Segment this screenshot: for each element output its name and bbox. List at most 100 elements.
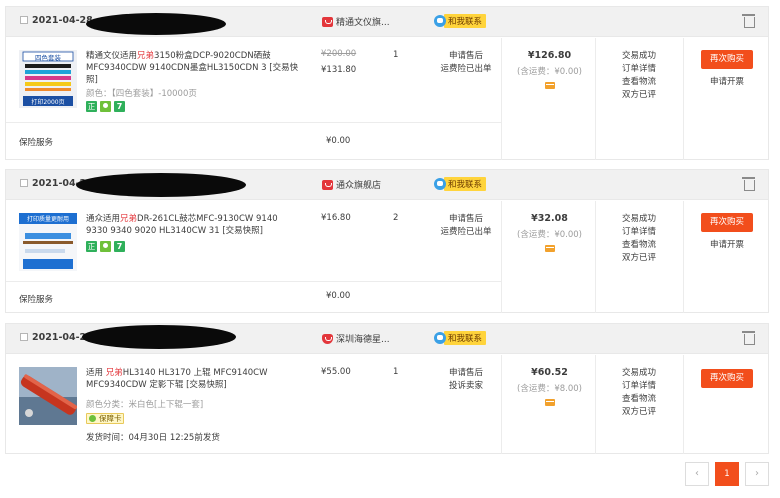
shop-link[interactable]: 精通文仪旗... (322, 15, 390, 28)
spec-value: 【四色套装】-10000页 (111, 89, 197, 99)
shop-name: 精通文仪旗... (336, 18, 390, 28)
title-brand: 兄弟 (105, 368, 123, 378)
after-sale-actions: 申请售后 运费险已出单 (431, 50, 501, 76)
rebuy-button[interactable]: 再次购买 (701, 213, 753, 232)
next-page-button[interactable]: › (745, 462, 769, 486)
contact-seller-button[interactable]: 和我联系 (434, 331, 487, 345)
apply-after-sale-link[interactable]: 申请售后 (431, 50, 501, 63)
contact-label: 和我联系 (444, 14, 487, 28)
trash-icon[interactable] (742, 177, 755, 191)
product-title-link[interactable]: 通众适用兄弟DR-261CL鼓芯MFC-9130CW 9140 9330 934… (86, 213, 301, 237)
order-checkbox[interactable] (20, 179, 28, 187)
prev-page-button[interactable]: ‹ (685, 462, 709, 486)
order-detail-link[interactable]: 订单详情 (622, 380, 683, 393)
apply-after-sale-link[interactable]: 申请售后 (431, 213, 501, 226)
genuine-badge-icon: 正 (86, 101, 97, 112)
review-status: 双方已评 (622, 90, 657, 100)
operations-column: 再次购买 申请开票 (684, 50, 770, 87)
spec-label: 颜色： (86, 89, 112, 99)
rebuy-button[interactable]: 再次购买 (701, 369, 753, 388)
payment-card-icon (544, 245, 555, 252)
thumb-caption-bottom: 打印2000页 (31, 99, 65, 106)
contact-seller-button[interactable]: 和我联系 (434, 14, 487, 28)
product-spec: 颜色分类：米白色[上下辊一套] (86, 398, 203, 410)
after-sale-actions: 申请售后 运费险已出单 (431, 213, 501, 239)
rebuy-button[interactable]: 再次购买 (701, 50, 753, 69)
apply-after-sale-link[interactable]: 申请售后 (431, 367, 501, 380)
view-logistics-link[interactable]: 查看物流 (622, 76, 683, 89)
insurance-label: 保险服务 (19, 295, 54, 305)
freight-insurance-status: 运费险已出单 (440, 227, 492, 237)
service-badge-icon (100, 241, 111, 252)
view-logistics-link[interactable]: 查看物流 (622, 239, 683, 252)
title-part: 通众适用 (86, 214, 121, 224)
column-divider (501, 201, 502, 313)
title-part: 适用 (86, 368, 106, 378)
ship-value: 04月30日 12:25前发货 (128, 433, 220, 443)
divider (6, 122, 502, 123)
trade-status: 交易成功 (622, 368, 657, 378)
trade-status: 交易成功 (622, 51, 657, 61)
chat-icon (434, 15, 446, 27)
shipping-time: 发货时间：04月30日 12:25前发货 (86, 431, 220, 443)
page-1-button[interactable]: 1 (715, 462, 739, 486)
ship-label: 发货时间： (86, 433, 129, 443)
review-status: 双方已评 (622, 253, 657, 263)
order-detail-link[interactable]: 订单详情 (622, 63, 683, 76)
redacted-order-number (86, 13, 226, 35)
order-status-column: 交易成功 订单详情 查看物流 双方已评 (596, 367, 683, 419)
service-badge-icon (100, 101, 111, 112)
product-thumbnail[interactable] (19, 367, 78, 425)
order-header: 2021-04-28 精通文仪旗... 和我联系 (6, 7, 768, 37)
title-brand: 兄弟 (137, 51, 155, 61)
product-title-link[interactable]: 适用 兄弟HL3140 HL3170 上辊 MFC9140CW MFC9340C… (86, 367, 301, 391)
quantity: 2 (393, 213, 399, 223)
column-divider (501, 38, 502, 160)
product-title-link[interactable]: 精通文仪适用兄弟3150粉盒DCP-9020CDN硒鼓MFC9340CDW 91… (86, 50, 301, 86)
total-price: ¥60.52 (531, 367, 568, 378)
unit-price: ¥131.80 (321, 65, 357, 75)
freight-note: (含运费：¥0.00) (517, 67, 582, 77)
contact-seller-button[interactable]: 和我联系 (434, 177, 487, 191)
freight-note: (含运费：¥0.00) (517, 230, 582, 240)
operations-column: 再次购买 (684, 369, 770, 388)
total-price: ¥126.80 (527, 50, 572, 61)
original-price: ¥200.00 (321, 49, 357, 59)
operations-column: 再次购买 申请开票 (684, 213, 770, 250)
product-thumbnail[interactable]: 打印质量更耐用 (19, 213, 77, 271)
freight-note: (含运费：¥8.00) (517, 384, 582, 394)
order-checkbox[interactable] (20, 16, 28, 24)
trash-icon[interactable] (742, 14, 755, 28)
redacted-order-number (76, 173, 246, 197)
order-date: 2021-04-28 (32, 15, 93, 26)
complain-seller-link[interactable]: 投诉卖家 (431, 380, 501, 393)
insurance-price: ¥0.00 (326, 291, 351, 301)
thumb-caption-top: 四色套装 (35, 54, 61, 62)
order-status-column: 交易成功 订单详情 查看物流 双方已评 (596, 213, 683, 265)
order-header: 2021-04-28 深圳海德星... 和我联系 (6, 324, 768, 354)
shop-link[interactable]: 通众旗舰店 (322, 178, 381, 191)
contact-label: 和我联系 (444, 331, 487, 345)
apply-invoice-link[interactable]: 申请开票 (684, 75, 770, 87)
order-checkbox[interactable] (20, 333, 28, 341)
payment-card-icon (544, 399, 555, 406)
unit-price: ¥16.80 (321, 213, 351, 223)
shop-link[interactable]: 深圳海德星... (322, 332, 390, 345)
redacted-order-number (82, 325, 236, 349)
order-detail-link[interactable]: 订单详情 (622, 226, 683, 239)
trash-icon[interactable] (742, 331, 755, 345)
service-badges: 保障卡 (86, 413, 127, 425)
shield-store-icon (322, 334, 333, 344)
seven-day-return-icon: 7 (114, 101, 125, 112)
payment-column: ¥32.08 (含运费：¥0.00) (503, 201, 596, 255)
unit-price: ¥55.00 (321, 367, 351, 377)
view-logistics-link[interactable]: 查看物流 (622, 393, 683, 406)
chat-icon (434, 332, 446, 344)
shop-name: 深圳海德星... (336, 335, 390, 345)
after-sale-actions: 申请售后 投诉卖家 (431, 367, 501, 393)
product-thumbnail[interactable]: 四色套装 打印2000页 (19, 50, 77, 108)
apply-invoice-link[interactable]: 申请开票 (684, 238, 770, 250)
store-icon (322, 180, 333, 190)
contact-label: 和我联系 (444, 177, 487, 191)
spec-label: 颜色分类： (86, 400, 129, 410)
